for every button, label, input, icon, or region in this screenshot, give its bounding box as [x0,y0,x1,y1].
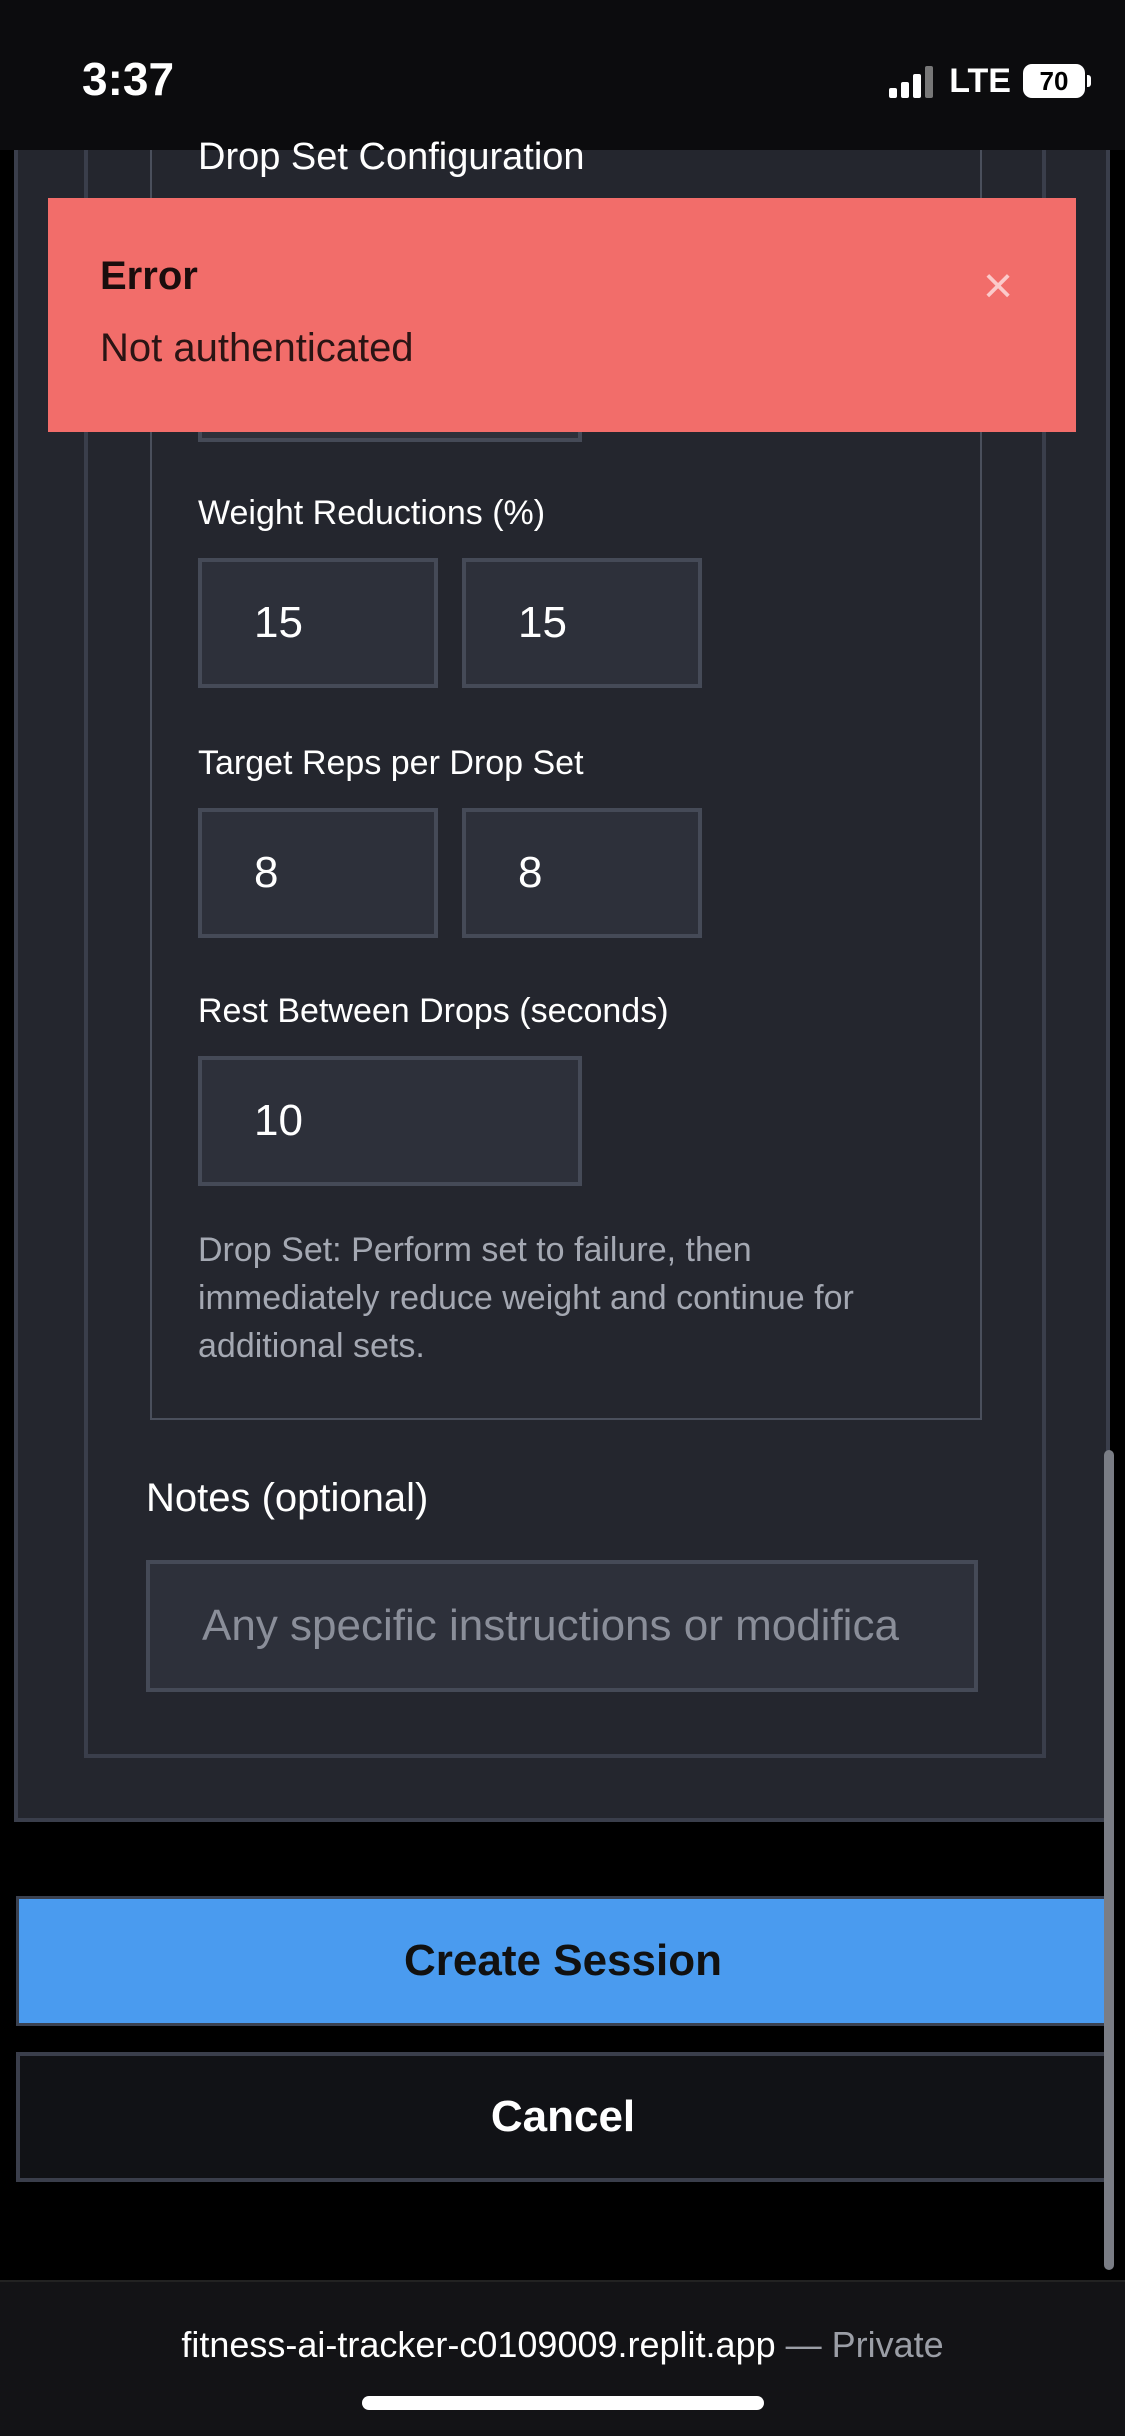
status-time: 3:37 [82,53,175,105]
home-indicator[interactable] [362,2396,764,2410]
drop-set-hint: Drop Set: Perform set to failure, then i… [198,1231,854,1365]
cancel-button[interactable]: Cancel [16,2052,1110,2182]
battery-icon: 70 [1023,64,1091,98]
status-bar: 3:37 LTE 70 [0,0,1125,150]
toast-title: Error [100,254,198,298]
notes-input[interactable]: Any specific instructions or modifica [146,1560,978,1692]
section-title: Drop Set Configuration [198,136,585,178]
url-text: fitness-ai-tracker-c0109009.replit.app [181,2324,776,2365]
rest-input[interactable]: 10 [198,1056,582,1186]
scrollbar[interactable] [1104,1450,1114,2270]
signal-icon [889,64,934,98]
weight-reduction-input-2[interactable]: 15 [462,558,702,688]
status-indicators: LTE 70 [889,58,1091,104]
create-session-button[interactable]: Create Session [16,1896,1110,2026]
target-reps-input-2[interactable]: 8 [462,808,702,938]
weight-reduction-input-1[interactable]: 15 [198,558,438,688]
target-reps-input-1[interactable]: 8 [198,808,438,938]
page-content: Drop Set Configuration Weight Reductions… [0,136,1125,2280]
rest-label: Rest Between Drops (seconds) [198,992,669,1030]
private-label: — Private [785,2324,944,2365]
target-reps-label: Target Reps per Drop Set [198,744,584,782]
error-toast: Error Not authenticated × [48,198,1076,432]
url-display: fitness-ai-tracker-c0109009.replit.app —… [0,2324,1125,2366]
notes-label: Notes (optional) [146,1476,429,1520]
close-icon[interactable]: × [978,260,1018,312]
browser-url-bar[interactable]: fitness-ai-tracker-c0109009.replit.app —… [0,2280,1125,2436]
toast-message: Not authenticated [100,326,414,370]
weight-reductions-label: Weight Reductions (%) [198,494,546,532]
network-label: LTE [949,61,1011,100]
